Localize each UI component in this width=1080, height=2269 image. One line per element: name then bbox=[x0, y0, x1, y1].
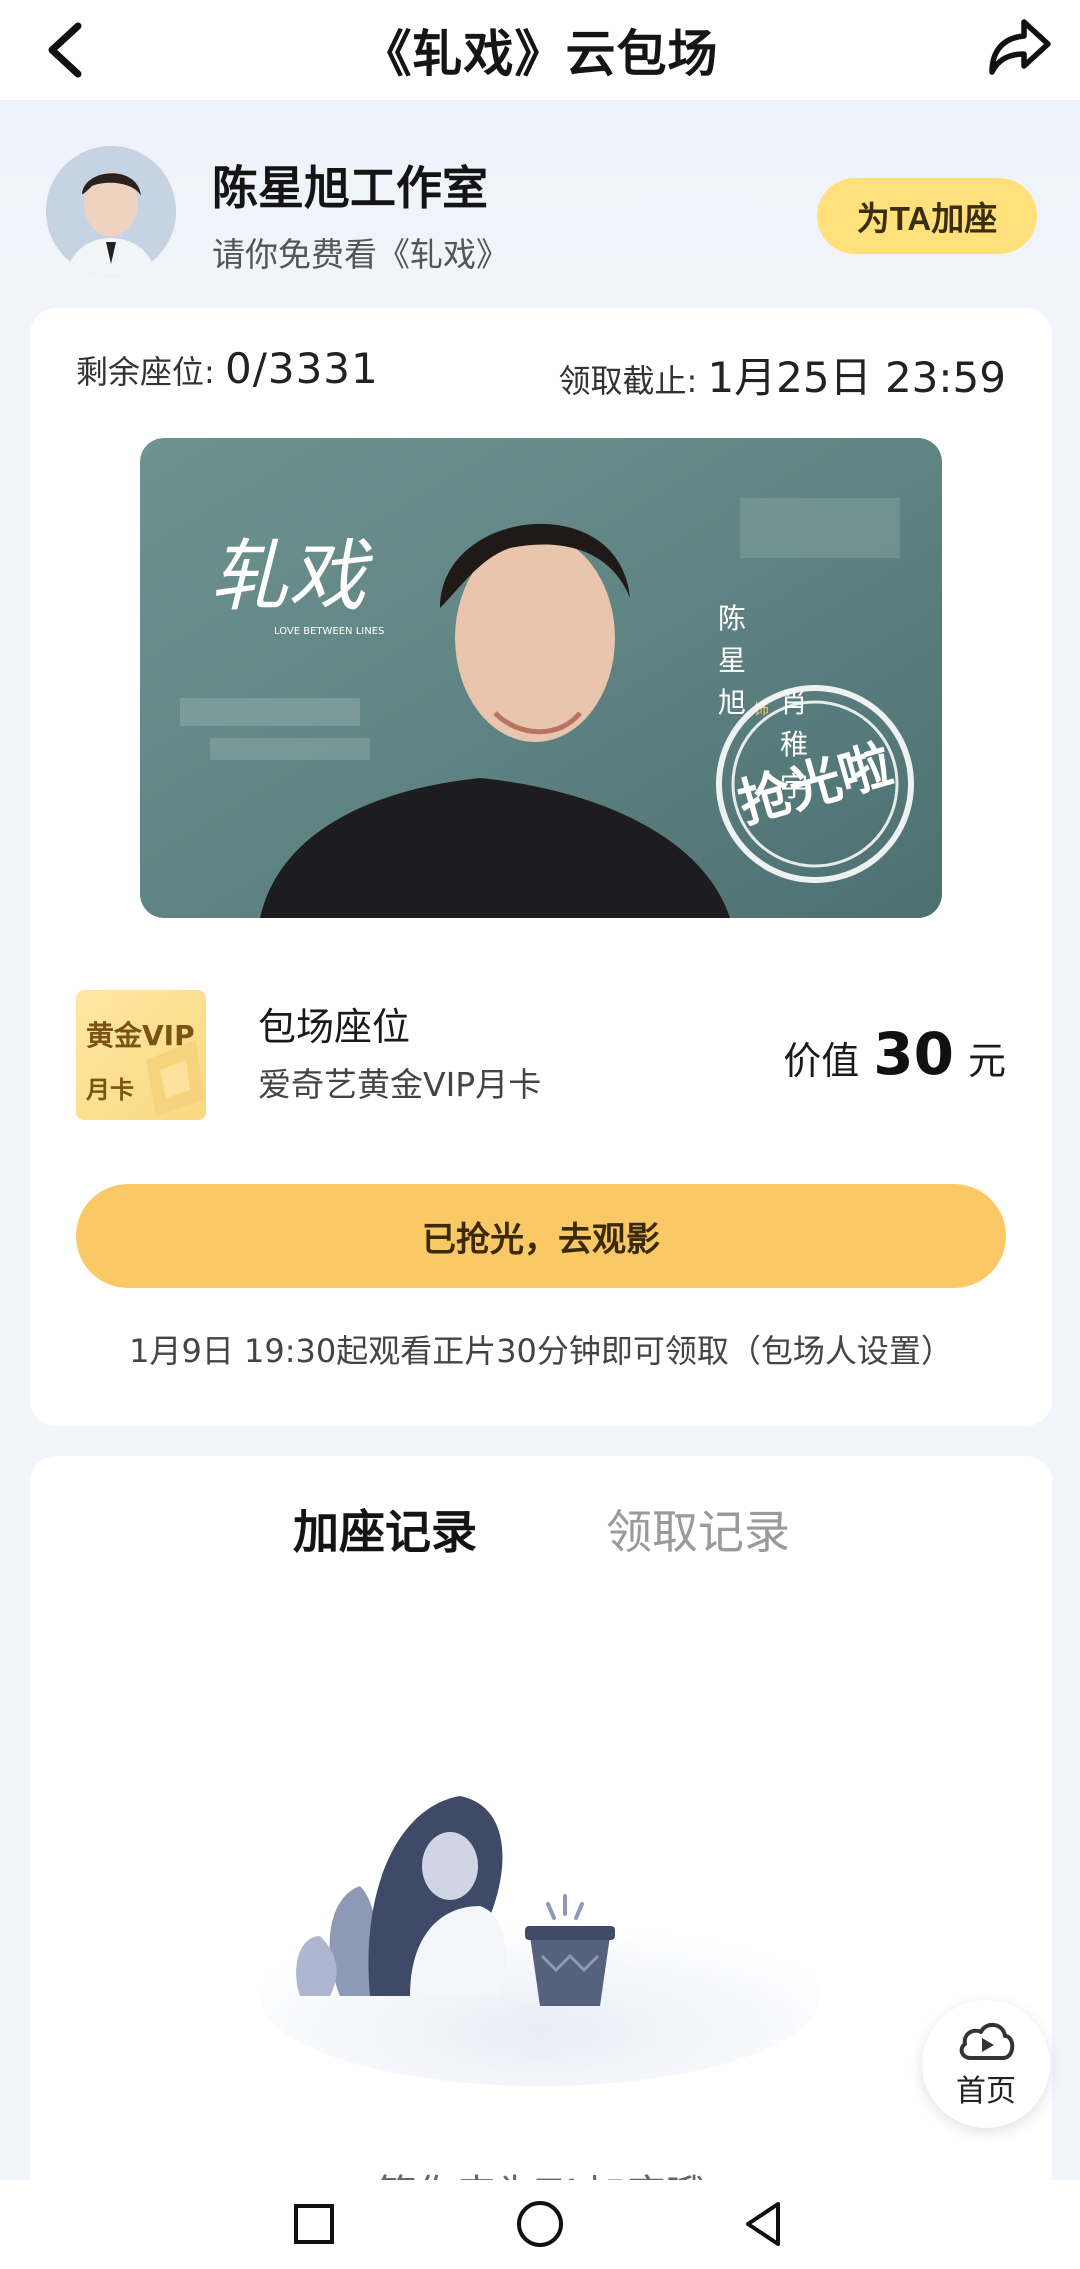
poster-logo-en: LOVE BETWEEN LINES bbox=[274, 626, 384, 637]
poster-actor-name: 陈星旭 bbox=[718, 602, 746, 719]
claim-note: 1月9日 19:30起观看正片30分钟即可领取（包场人设置） bbox=[129, 1332, 953, 1370]
drama-poster[interactable]: 轧戏 LOVE BETWEEN LINES 陈星旭 饰 肖稚宇 抢光啦 bbox=[140, 438, 942, 918]
value-unit: 元 bbox=[967, 1039, 1006, 1083]
remaining-seats-label: 剩余座位: bbox=[76, 353, 215, 391]
value-label: 价值 bbox=[783, 1039, 860, 1083]
remaining-seats-value: 0/3331 bbox=[224, 344, 379, 393]
cloud-play-icon bbox=[959, 2023, 1015, 2060]
top-bar: 《轧戏》云包场 bbox=[0, 0, 1080, 100]
vip-value: 价值 30 元 bbox=[783, 1020, 1006, 1088]
vip-badge-title: 黄金VIP bbox=[86, 1019, 195, 1052]
vip-badge-sub: 月卡 bbox=[86, 1076, 134, 1104]
vip-reward-row: 黄金VIP 月卡 包场座位 爱奇艺黄金VIP月卡 价值 30 元 bbox=[76, 990, 1006, 1120]
value-amount: 30 bbox=[873, 1020, 954, 1088]
circle-icon[interactable] bbox=[510, 2194, 570, 2254]
poster-logo: 轧戏 bbox=[210, 532, 373, 622]
square-icon[interactable] bbox=[284, 2194, 344, 2254]
records-card: 加座记录 领取记录 等你来为TA加座哦 bbox=[30, 1456, 1052, 2269]
tab-add-seat-records[interactable]: 加座记录 bbox=[293, 1496, 477, 1562]
system-nav-bar bbox=[0, 2180, 1080, 2269]
vip-title: 包场座位 bbox=[258, 1005, 411, 1049]
host-subtitle: 请你免费看《轧戏》 bbox=[212, 235, 509, 274]
vip-card-badge: 黄金VIP 月卡 bbox=[76, 990, 206, 1120]
triangle-back-icon[interactable] bbox=[734, 2194, 794, 2254]
package-card: 剩余座位: 0/3331 领取截止: 1月25日 23:59 轧戏 LOVE B… bbox=[30, 308, 1052, 1426]
deadline-label: 领取截止: bbox=[558, 362, 698, 400]
avatar[interactable] bbox=[46, 146, 176, 276]
add-seat-button[interactable]: 为TA加座 bbox=[817, 178, 1037, 254]
vip-subtitle: 爱奇艺黄金VIP月卡 bbox=[258, 1065, 542, 1104]
claim-deadline: 领取截止: 1月25日 23:59 bbox=[558, 344, 1006, 405]
home-label: 首页 bbox=[956, 2074, 1016, 2109]
host-header: 陈星旭工作室 请你免费看《轧戏》 为TA加座 bbox=[0, 100, 1080, 310]
tab-claim-records[interactable]: 领取记录 bbox=[606, 1496, 790, 1562]
host-name: 陈星旭工作室 bbox=[212, 161, 488, 215]
empty-state-illustration bbox=[260, 1796, 820, 2086]
share-arrow-icon[interactable] bbox=[984, 12, 1056, 84]
deadline-value: 1月25日 23:59 bbox=[707, 353, 1006, 402]
home-float-button[interactable]: 首页 bbox=[922, 2000, 1050, 2128]
chevron-left-icon[interactable] bbox=[38, 18, 98, 82]
remaining-seats: 剩余座位: 0/3331 bbox=[76, 344, 379, 393]
page-title: 《轧戏》云包场 bbox=[361, 25, 719, 83]
sold-out-watch-button[interactable]: 已抢光，去观影 bbox=[76, 1184, 1006, 1288]
